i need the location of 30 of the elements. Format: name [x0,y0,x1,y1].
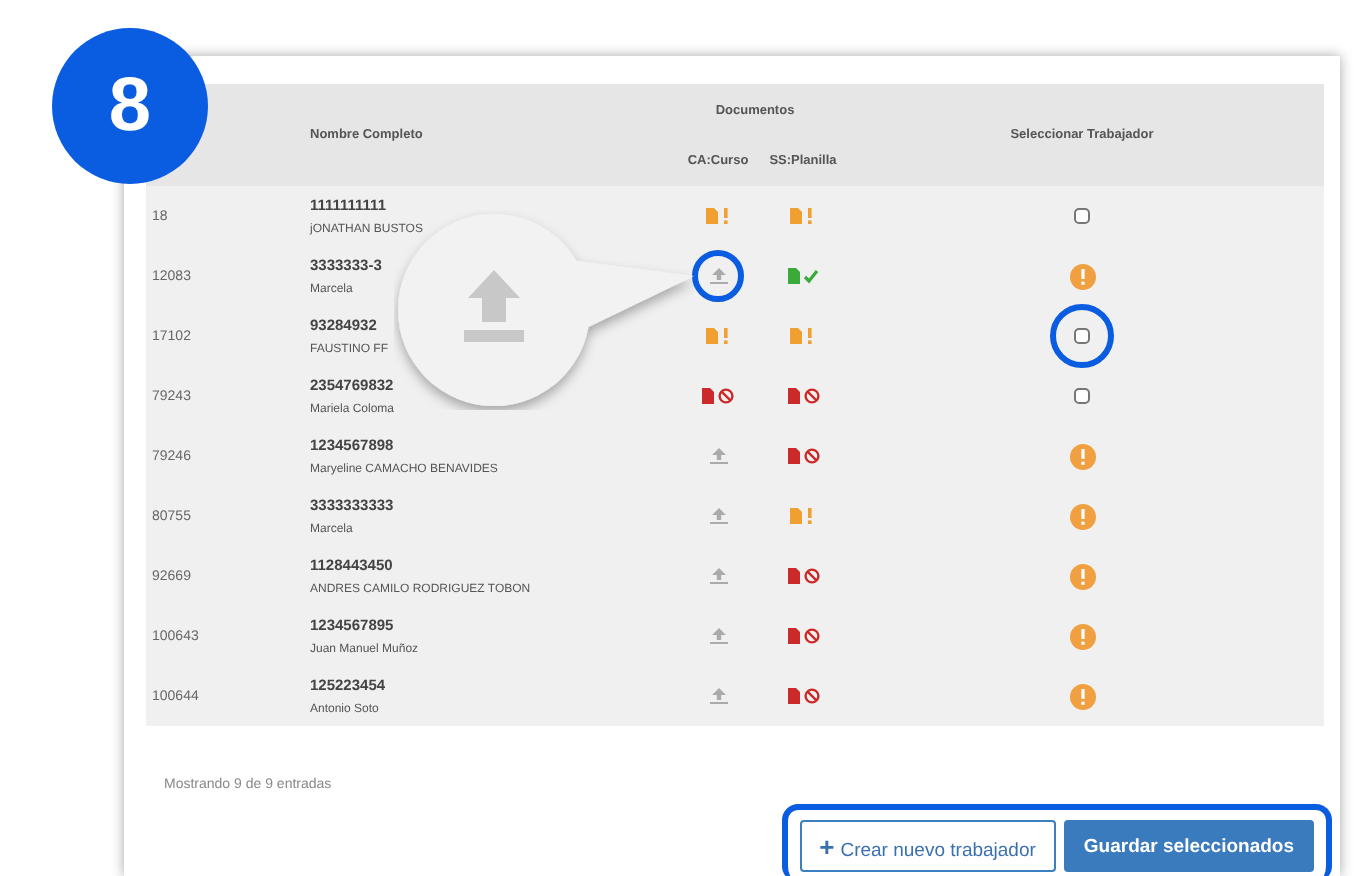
upload-icon[interactable] [709,568,727,584]
warning-icon [1069,563,1095,589]
document-warning-icon [790,328,816,344]
save-button[interactable]: Guardar seleccionados [1063,820,1314,872]
document-warning-icon [790,208,816,224]
document-warning-icon [790,508,816,524]
document-blocked-icon [787,628,819,644]
document-blocked-icon [702,388,734,404]
create-button[interactable]: + Crear nuevo trabajador [799,820,1056,872]
upload-icon[interactable] [709,688,727,704]
document-warning-icon [705,328,731,344]
step-badge: 8 [52,28,208,184]
select-checkbox[interactable] [1074,208,1090,224]
document-blocked-icon [787,388,819,404]
upload-icon[interactable] [709,268,727,284]
document-warning-icon [705,208,731,224]
upload-icon[interactable] [709,448,727,464]
warning-icon [1069,263,1095,289]
upload-icon[interactable] [709,628,727,644]
warning-icon [1069,683,1095,709]
warning-icon [1069,623,1095,649]
upload-icon[interactable] [709,508,727,524]
warning-icon [1069,443,1095,469]
select-checkbox[interactable] [1074,328,1090,344]
document-blocked-icon [787,568,819,584]
document-blocked-icon [787,448,819,464]
select-checkbox[interactable] [1074,388,1090,404]
document-check-icon [787,268,819,284]
document-blocked-icon [787,688,819,704]
warning-icon [1069,503,1095,529]
